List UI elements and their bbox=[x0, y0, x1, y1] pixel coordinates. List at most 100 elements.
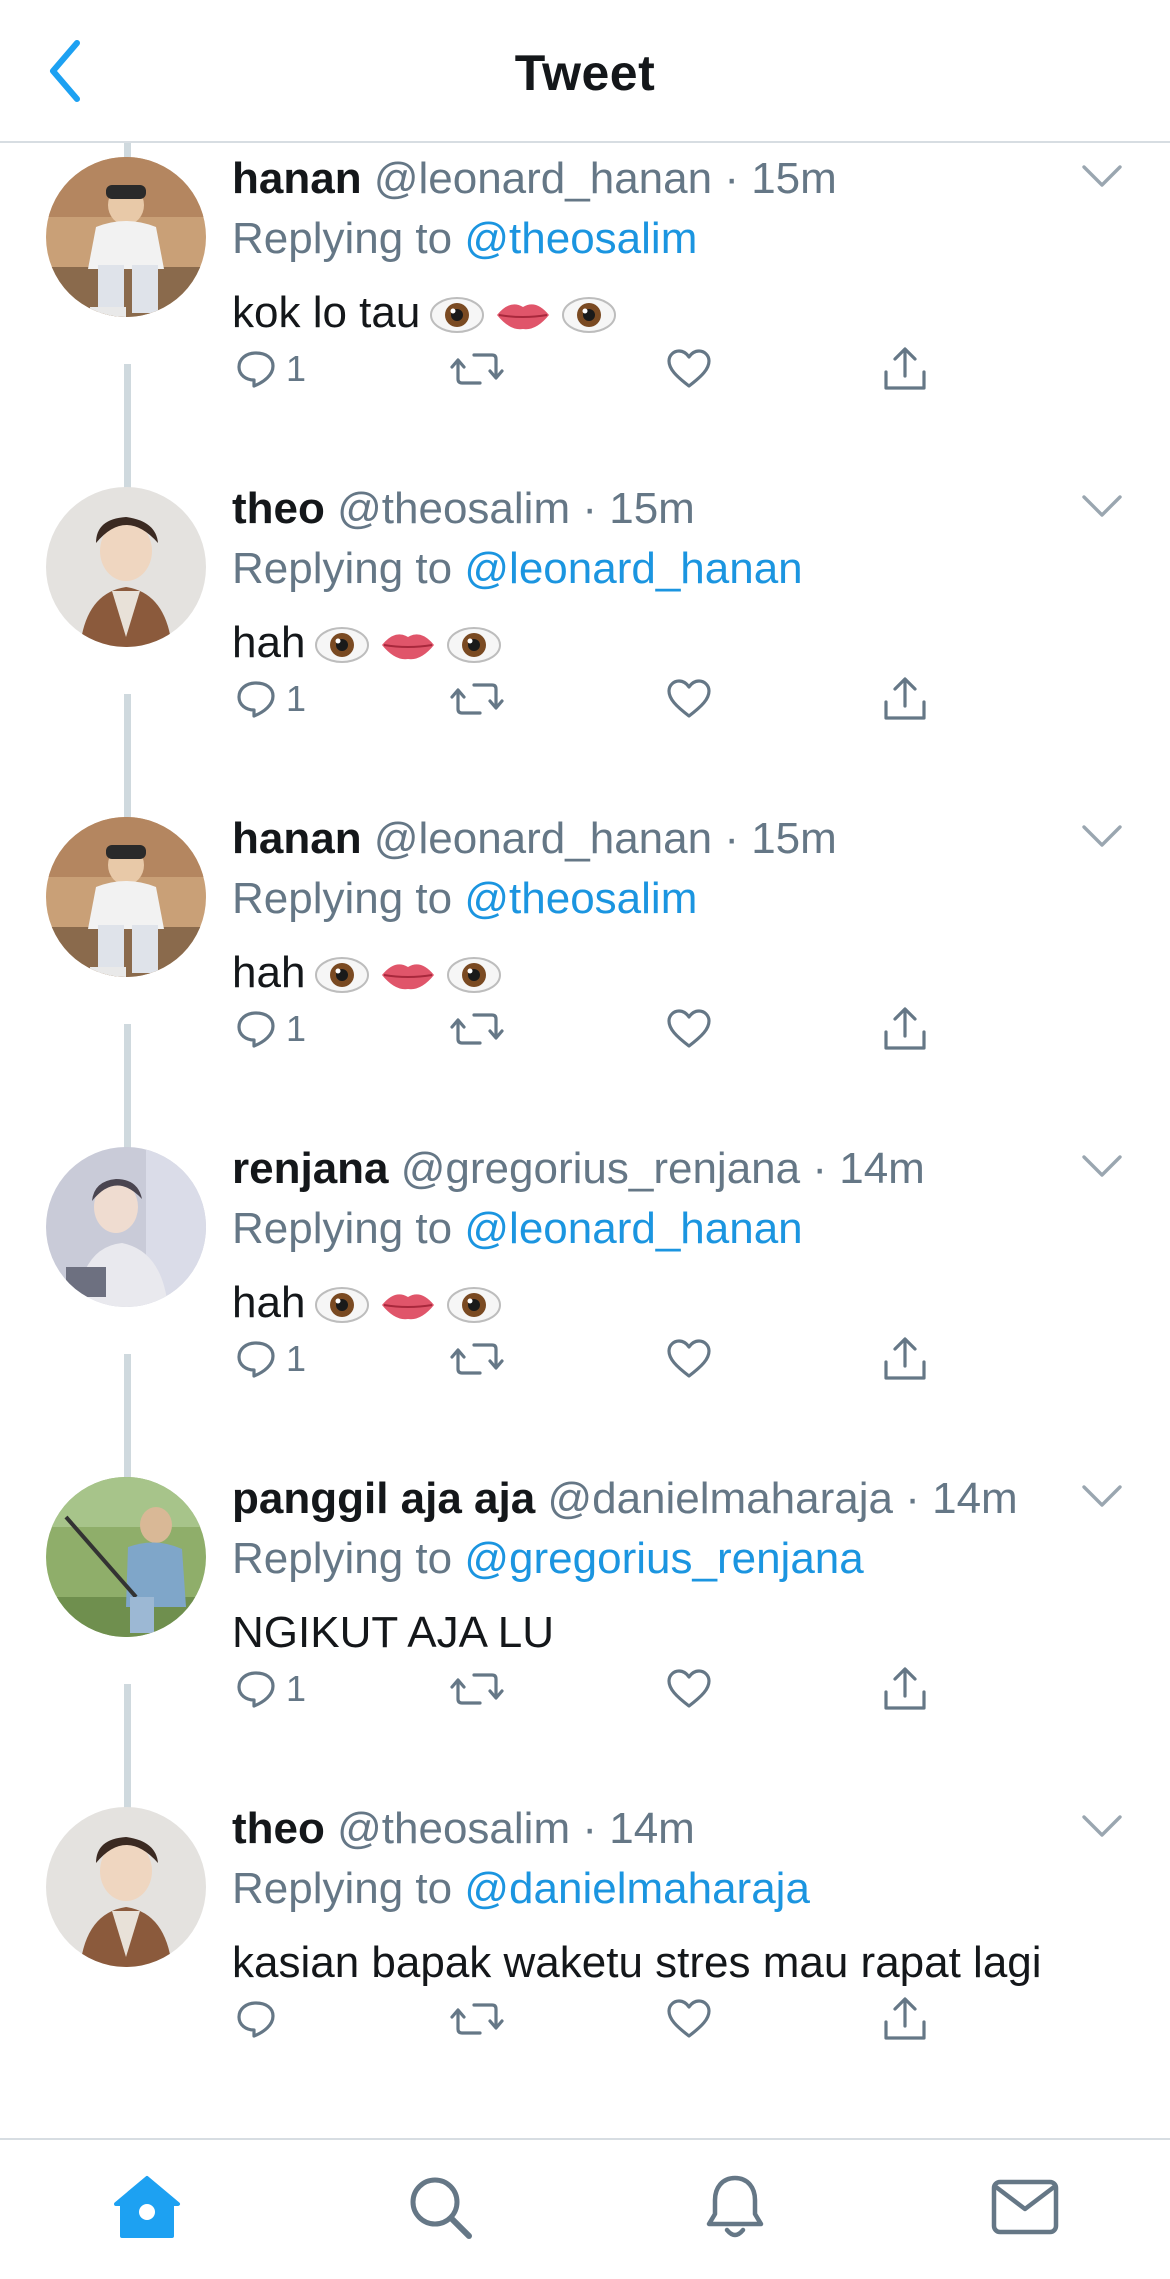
eye-emoji-icon bbox=[315, 1287, 370, 1324]
avatar[interactable] bbox=[46, 487, 206, 647]
avatar[interactable] bbox=[46, 1477, 206, 1637]
avatar[interactable] bbox=[46, 1807, 206, 1967]
like-button[interactable] bbox=[666, 1659, 712, 1719]
user-handle[interactable]: @leonard_hanan bbox=[374, 154, 712, 203]
user-handle[interactable]: @leonard_hanan bbox=[374, 814, 712, 863]
tweet-meta: renjana @gregorius_renjana · 14m bbox=[232, 1139, 1130, 1199]
like-button[interactable] bbox=[666, 999, 712, 1059]
mention-link[interactable]: @leonard_hanan bbox=[464, 544, 802, 593]
mention-link[interactable]: @gregorius_renjana bbox=[464, 1534, 863, 1583]
share-button[interactable] bbox=[882, 1659, 928, 1719]
avatar[interactable] bbox=[46, 157, 206, 317]
like-icon bbox=[667, 1339, 711, 1378]
messages-icon bbox=[991, 2179, 1059, 2235]
avatar[interactable] bbox=[46, 1147, 206, 1307]
reply-count: 1 bbox=[286, 1008, 307, 1049]
retweet-button[interactable] bbox=[450, 1329, 504, 1389]
retweet-button[interactable] bbox=[450, 999, 504, 1059]
reply-button[interactable]: 1 bbox=[236, 669, 306, 729]
tweet-text: hah bbox=[232, 943, 1130, 1003]
tweet-menu-button[interactable] bbox=[1080, 1811, 1124, 1847]
tab-notifications[interactable] bbox=[700, 2172, 770, 2242]
replying-to: Replying to @leonard_hanan bbox=[232, 1199, 1130, 1259]
user-handle[interactable]: @danielmaharaja bbox=[547, 1474, 893, 1523]
like-button[interactable] bbox=[666, 339, 712, 399]
mention-link[interactable]: @danielmaharaja bbox=[464, 1864, 810, 1913]
tweet[interactable]: theo @theosalim · 15m Replying to @leonar… bbox=[0, 433, 1170, 763]
tweet-actions: 1 bbox=[232, 339, 952, 399]
tweet-menu-button[interactable] bbox=[1080, 1481, 1124, 1517]
like-button[interactable] bbox=[666, 669, 712, 729]
retweet-button[interactable] bbox=[450, 1659, 504, 1719]
display-name[interactable]: hanan bbox=[232, 154, 362, 203]
tweet-body: renjana @gregorius_renjana · 14m Replying… bbox=[232, 1139, 1130, 1333]
reply-button[interactable]: 1 bbox=[236, 1659, 306, 1719]
tweet-menu-button[interactable] bbox=[1080, 161, 1124, 197]
share-icon bbox=[884, 677, 926, 720]
display-name[interactable]: theo bbox=[232, 1804, 325, 1853]
tweet-menu-button[interactable] bbox=[1080, 1151, 1124, 1187]
display-name[interactable]: theo bbox=[232, 484, 325, 533]
like-icon bbox=[667, 1009, 711, 1048]
tweet-meta: theo @theosalim · 14m bbox=[232, 1799, 1130, 1859]
tweet[interactable]: panggil aja aja @danielmaharaja · 14m Rep… bbox=[0, 1423, 1170, 1753]
reply-button[interactable]: 1 bbox=[236, 339, 306, 399]
tweet-actions: 1 bbox=[232, 669, 952, 729]
share-icon bbox=[884, 1337, 926, 1380]
reply-button[interactable] bbox=[236, 1989, 286, 2049]
replying-label: Replying to bbox=[232, 544, 453, 593]
chevron-down-icon bbox=[1082, 165, 1122, 187]
reply-count: 1 bbox=[286, 678, 307, 719]
tweet[interactable]: hanan @leonard_hanan · 15m Replying to @t… bbox=[0, 763, 1170, 1093]
tweet-menu-button[interactable] bbox=[1080, 491, 1124, 527]
share-button[interactable] bbox=[882, 999, 928, 1059]
like-button[interactable] bbox=[666, 1989, 712, 2049]
tab-messages[interactable] bbox=[990, 2172, 1060, 2242]
tweet-meta: panggil aja aja @danielmaharaja · 14m bbox=[232, 1469, 1130, 1529]
mention-link[interactable]: @theosalim bbox=[464, 874, 697, 923]
tweet-meta: hanan @leonard_hanan · 15m bbox=[232, 149, 1130, 209]
tweet-meta: hanan @leonard_hanan · 15m bbox=[232, 809, 1130, 869]
tweet-actions: 1 bbox=[232, 1329, 952, 1389]
tweet-actions bbox=[232, 1989, 952, 2049]
reply-button[interactable]: 1 bbox=[236, 1329, 306, 1389]
mention-link[interactable]: @theosalim bbox=[464, 214, 697, 263]
tweet-text: hah bbox=[232, 613, 1130, 673]
display-name[interactable]: panggil aja aja bbox=[232, 1474, 535, 1523]
display-name[interactable]: renjana bbox=[232, 1144, 389, 1193]
timestamp: 15m bbox=[751, 154, 837, 203]
tweet[interactable]: theo @theosalim · 14m Replying to @daniel… bbox=[0, 1753, 1170, 2083]
tweet-body: theo @theosalim · 15m Replying to @leonar… bbox=[232, 479, 1130, 673]
share-button[interactable] bbox=[882, 1989, 928, 2049]
retweet-button[interactable] bbox=[450, 669, 504, 729]
timestamp: 14m bbox=[609, 1804, 695, 1853]
avatar[interactable] bbox=[46, 817, 206, 977]
tab-search[interactable] bbox=[405, 2172, 475, 2242]
timestamp: 14m bbox=[932, 1474, 1018, 1523]
user-handle[interactable]: @gregorius_renjana bbox=[401, 1144, 800, 1193]
mention-link[interactable]: @leonard_hanan bbox=[464, 1204, 802, 1253]
retweet-icon bbox=[450, 1013, 504, 1045]
timestamp: 14m bbox=[839, 1144, 925, 1193]
share-button[interactable] bbox=[882, 1329, 928, 1389]
like-button[interactable] bbox=[666, 1329, 712, 1389]
tab-home[interactable] bbox=[112, 2172, 182, 2242]
tweet-text-content: kok lo tau bbox=[232, 288, 421, 337]
retweet-button[interactable] bbox=[450, 339, 504, 399]
replying-label: Replying to bbox=[232, 1534, 453, 1583]
reply-button[interactable]: 1 bbox=[236, 999, 306, 1059]
tweet-text-content: hah bbox=[232, 948, 306, 997]
user-handle[interactable]: @theosalim bbox=[337, 484, 570, 533]
tweet[interactable]: renjana @gregorius_renjana · 14m Replying… bbox=[0, 1093, 1170, 1423]
user-handle[interactable]: @theosalim bbox=[337, 1804, 570, 1853]
replying-to: Replying to @gregorius_renjana bbox=[232, 1529, 1130, 1589]
eye-emoji-icon bbox=[315, 957, 370, 994]
share-button[interactable] bbox=[882, 339, 928, 399]
tweet[interactable]: hanan @leonard_hanan · 15m Replying to @t… bbox=[0, 103, 1170, 433]
retweet-button[interactable] bbox=[450, 1989, 504, 2049]
tweet-text-content: hah bbox=[232, 618, 306, 667]
share-button[interactable] bbox=[882, 669, 928, 729]
tweet-text: NGIKUT AJA LU bbox=[232, 1603, 1130, 1663]
display-name[interactable]: hanan bbox=[232, 814, 362, 863]
tweet-menu-button[interactable] bbox=[1080, 821, 1124, 857]
